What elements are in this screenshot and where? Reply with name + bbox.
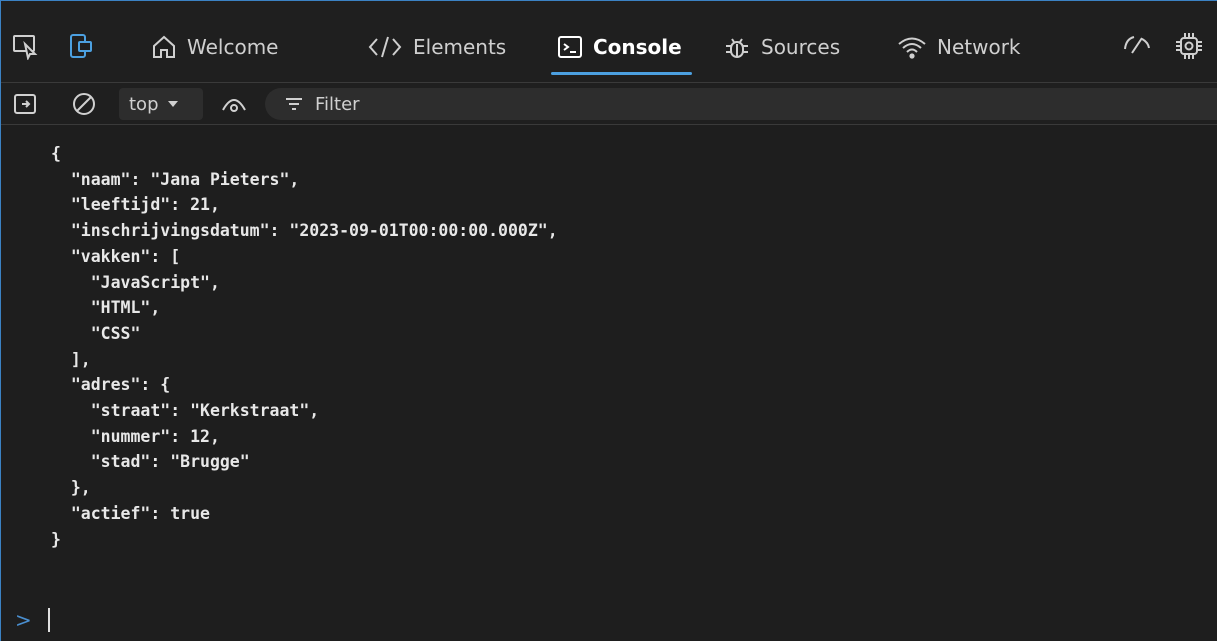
tab-label: Sources xyxy=(761,35,841,59)
clear-console-icon[interactable] xyxy=(69,89,99,119)
tab-label: Elements xyxy=(413,35,507,59)
memory-icon[interactable] xyxy=(1173,27,1205,65)
wifi-icon xyxy=(898,37,926,59)
console-line: } xyxy=(51,529,61,549)
tab-console[interactable]: Console xyxy=(551,19,692,75)
console-panel: { "naam": "Jana Pieters", "leeftijd": 21… xyxy=(1,126,1217,641)
console-toolbar: top Filter xyxy=(1,83,1217,125)
console-line: }, xyxy=(51,478,91,498)
console-line: "JavaScript", xyxy=(51,272,220,292)
console-line: "naam": "Jana Pieters", xyxy=(51,169,300,189)
filter-placeholder: Filter xyxy=(315,93,360,115)
tab-label: Network xyxy=(937,35,1021,59)
filter-input[interactable]: Filter xyxy=(265,88,1217,120)
console-line: "leeftijd": 21, xyxy=(51,195,220,215)
console-line: ], xyxy=(51,349,91,369)
console-line: { xyxy=(51,144,61,163)
tab-sources[interactable]: Sources xyxy=(723,19,840,75)
devtools-window: Welcome Elements Console Sources Network… xyxy=(0,0,1217,641)
console-line: "HTML", xyxy=(51,298,161,318)
console-line: "vakken": [ xyxy=(51,246,181,266)
tab-welcome[interactable]: Welcome xyxy=(151,19,278,75)
context-label: top xyxy=(129,93,159,115)
performance-icon[interactable] xyxy=(1121,27,1153,65)
text-caret xyxy=(47,608,50,632)
console-icon xyxy=(558,36,582,58)
filter-icon xyxy=(286,98,302,110)
bug-icon xyxy=(726,38,748,58)
tab-elements[interactable]: Elements xyxy=(367,19,506,75)
devtools-tabbar: Welcome Elements Console Sources Network xyxy=(1,1,1217,85)
caret-down-icon xyxy=(167,101,178,107)
inspect-element-icon[interactable] xyxy=(9,27,41,65)
live-expression-icon[interactable] xyxy=(217,89,251,119)
console-line: "adres": { xyxy=(51,375,171,395)
tab-label: Welcome xyxy=(187,35,279,59)
tab-label: Console xyxy=(593,35,682,59)
console-line: "stad": "Brugge" xyxy=(51,452,250,472)
tab-network[interactable]: Network xyxy=(897,19,1021,75)
console-line: "CSS" xyxy=(51,323,141,343)
device-emulation-icon[interactable] xyxy=(65,27,97,65)
prompt-chevron-icon: > xyxy=(15,608,32,632)
console-line: "actief": true xyxy=(51,503,210,523)
context-selector[interactable]: top xyxy=(119,88,203,120)
console-line: "inschrijvingsdatum": "2023-09-01T00:00:… xyxy=(51,221,558,241)
home-icon xyxy=(153,35,175,58)
console-prompt[interactable]: > xyxy=(15,608,50,632)
console-json-output: { "naam": "Jana Pieters", "leeftijd": 21… xyxy=(51,141,558,552)
console-line: "straat": "Kerkstraat", xyxy=(51,401,320,421)
sidebar-toggle-icon[interactable] xyxy=(11,89,39,119)
console-line: "nummer": 12, xyxy=(51,426,220,446)
code-brackets-icon xyxy=(368,36,402,58)
